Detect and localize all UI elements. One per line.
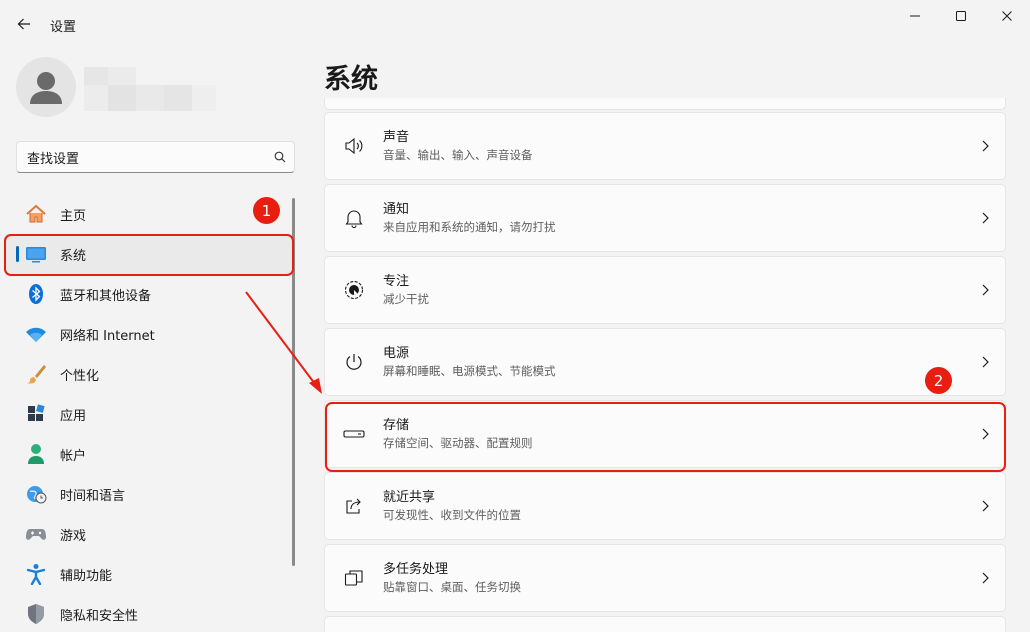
- sidebar-item-network[interactable]: 网络和 Internet: [4, 314, 294, 354]
- card-title: 专注: [383, 274, 410, 289]
- settings-card-multitasking[interactable]: 多任务处理 贴靠窗口、桌面、任务切换: [324, 544, 1006, 612]
- sidebar-item-apps[interactable]: 应用: [4, 394, 294, 434]
- step-badge-1: 1: [253, 197, 280, 224]
- card-title: 电源: [383, 346, 410, 361]
- sidebar-item-bluetooth[interactable]: 蓝牙和其他设备: [4, 274, 294, 314]
- settings-card-notifications[interactable]: 通知 来自应用和系统的通知，请勿打扰: [324, 184, 1006, 252]
- speaker-icon: [342, 134, 366, 158]
- card-subtitle: 屏幕和睡眠、电源模式、节能模式: [383, 364, 556, 378]
- shield-icon: [24, 602, 48, 626]
- step-badge-2: 2: [925, 367, 952, 394]
- sidebar-item-label: 隐私和安全性: [60, 608, 139, 624]
- sidebar-item-label: 主页: [60, 208, 87, 224]
- maximize-icon: [956, 11, 966, 21]
- sidebar-item-time-language[interactable]: 时间和语言: [4, 474, 294, 514]
- search-input[interactable]: 查找设置: [16, 141, 295, 173]
- sidebar-item-gaming[interactable]: 游戏: [4, 514, 294, 554]
- minimize-icon: [910, 15, 920, 17]
- sidebar-item-label: 个性化: [60, 368, 100, 384]
- account-icon: [24, 442, 48, 466]
- back-arrow-icon: [17, 18, 30, 30]
- card-subtitle: 可发现性、收到文件的位置: [383, 508, 521, 522]
- card-title: 声音: [383, 130, 410, 145]
- sidebar-item-label: 辅助功能: [60, 568, 113, 584]
- settings-card-nearby-sharing[interactable]: 就近共享 可发现性、收到文件的位置: [324, 472, 1006, 540]
- chevron-right-icon: [965, 140, 1005, 152]
- chevron-right-icon: [965, 212, 1005, 224]
- highlight-frame-system: [4, 234, 294, 276]
- app-title: 设置: [50, 20, 77, 35]
- share-icon: [342, 494, 366, 518]
- chevron-right-icon: [965, 572, 1005, 584]
- card-title: 就近共享: [383, 490, 436, 505]
- sidebar-item-home[interactable]: 主页: [4, 194, 294, 234]
- chevron-right-icon: [965, 284, 1005, 296]
- page-title: 系统: [324, 64, 378, 95]
- card-title: 多任务处理: [383, 562, 449, 577]
- focus-icon: [342, 278, 366, 302]
- sidebar-item-label: 蓝牙和其他设备: [60, 288, 152, 304]
- paintbrush-icon: [24, 362, 48, 386]
- bell-icon: [342, 206, 366, 230]
- card-title: 通知: [383, 202, 410, 217]
- multitasking-icon: [342, 566, 366, 590]
- sidebar-item-accessibility[interactable]: 辅助功能: [4, 554, 294, 594]
- title-bar: 设置: [0, 0, 1030, 48]
- close-icon: [1002, 11, 1012, 21]
- settings-card-power[interactable]: 电源 屏幕和睡眠、电源模式、节能模式: [324, 328, 1006, 396]
- sidebar-item-label: 帐户: [60, 448, 87, 464]
- maximize-button[interactable]: [947, 4, 975, 28]
- search-placeholder: 查找设置: [27, 151, 80, 167]
- apps-icon: [24, 402, 48, 426]
- sidebar-item-personalization[interactable]: 个性化: [4, 354, 294, 394]
- home-icon: [24, 202, 48, 226]
- sidebar-item-accounts[interactable]: 帐户: [4, 434, 294, 474]
- sidebar-item-privacy-security[interactable]: 隐私和安全性: [4, 594, 294, 632]
- settings-card-focus[interactable]: 专注 减少干扰: [324, 256, 1006, 324]
- sidebar-item-label: 网络和 Internet: [60, 328, 155, 344]
- search-icon[interactable]: [266, 151, 294, 163]
- settings-card-sound[interactable]: 声音 音量、输出、输入、声音设备: [324, 112, 1006, 180]
- highlight-frame-storage: [325, 402, 1006, 472]
- globe-clock-icon: [24, 482, 48, 506]
- wifi-icon: [24, 322, 48, 346]
- bluetooth-icon: [24, 282, 48, 306]
- chevron-right-icon: [965, 356, 1005, 368]
- gamepad-icon: [24, 522, 48, 546]
- card-partial-below: [324, 616, 1006, 632]
- power-icon: [342, 350, 366, 374]
- card-subtitle: 贴靠窗口、桌面、任务切换: [383, 580, 521, 594]
- card-partial-above: [324, 98, 1006, 110]
- minimize-button[interactable]: [901, 4, 929, 28]
- chevron-right-icon: [965, 500, 1005, 512]
- accessibility-icon: [24, 562, 48, 586]
- card-subtitle: 来自应用和系统的通知，请勿打扰: [383, 220, 556, 234]
- sidebar-item-label: 游戏: [60, 528, 87, 544]
- sidebar-item-label: 应用: [60, 408, 87, 424]
- back-button[interactable]: [12, 10, 36, 38]
- close-button[interactable]: [993, 4, 1021, 28]
- card-subtitle: 减少干扰: [383, 292, 429, 306]
- sidebar-item-label: 时间和语言: [60, 488, 126, 504]
- person-icon: [30, 72, 62, 104]
- avatar[interactable]: [16, 57, 76, 117]
- card-subtitle: 音量、输出、输入、声音设备: [383, 148, 533, 162]
